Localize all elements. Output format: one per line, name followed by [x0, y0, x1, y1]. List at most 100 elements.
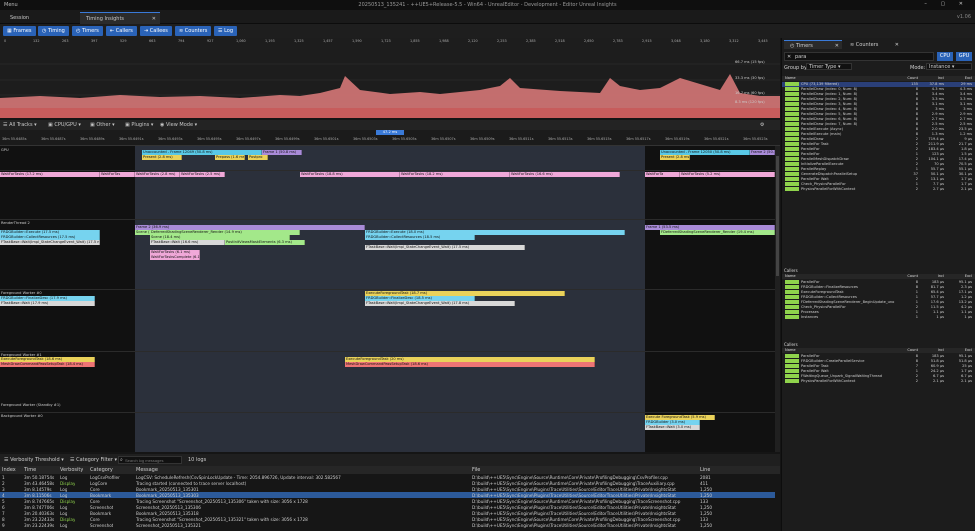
col-message[interactable]: Message: [136, 467, 158, 473]
timing-event[interactable]: FTaskBase::Wait (17.9 ms): [0, 301, 95, 306]
timeline-scrollbar[interactable]: [775, 146, 780, 452]
column-header[interactable]: Excl: [948, 274, 972, 279]
timing-event[interactable]: FTaskBase::Wait (3.0 ms): [645, 425, 700, 430]
log-button[interactable]: ☰ Log: [214, 26, 238, 36]
column-header[interactable]: Name: [785, 348, 895, 353]
column-header[interactable]: Count: [900, 348, 918, 353]
log-verbosity: Log: [60, 523, 68, 528]
tab-counters[interactable]: ≋ Counters ✕: [844, 40, 902, 49]
timer-search-input[interactable]: ✕ para: [784, 52, 934, 61]
column-header[interactable]: Incl: [922, 76, 944, 81]
timing-event[interactable]: Frame 1 (50.8 ms): [262, 150, 302, 155]
time-ruler[interactable]: 36m 55.6485s 36m 55.6487s 36m 55.6489s 36m …: [0, 130, 780, 146]
timing-event[interactable]: WaitForTasks (18.8 ms): [300, 172, 400, 177]
timing-event[interactable]: MeshDrawCommandPassSetupTask (18.4 ms): [0, 362, 95, 367]
close-icon[interactable]: ✕: [152, 16, 156, 22]
track-label[interactable]: Background Worker #0: [1, 414, 43, 418]
timing-event[interactable]: Present (2.8 ms): [142, 155, 182, 160]
col-index[interactable]: Index: [2, 467, 16, 473]
other-menu[interactable]: ▣ Other ▾: [90, 122, 115, 128]
track-label[interactable]: Foreground Worker (Standby #1): [1, 403, 61, 407]
timing-event[interactable]: FRDGBuilder::CollectResources (18.5 ms): [365, 235, 475, 240]
timing-event[interactable]: WaitForTasks (17.2 ms): [0, 172, 100, 177]
column-header[interactable]: Incl: [922, 348, 944, 353]
timer-icon: [785, 354, 799, 358]
title-bar: Menu 20250513_135241 - ++UE5+Release-5.5…: [0, 0, 975, 10]
timing-event[interactable]: WaitForTasks (2.8 ms): [135, 172, 180, 177]
frame-tick-label: 2,518: [555, 39, 565, 43]
window-controls[interactable]: – ▢ ✕: [924, 1, 969, 7]
timing-event[interactable]: Prepass (1.6 ms): [215, 155, 245, 160]
column-header[interactable]: Excl: [948, 348, 972, 353]
all-tracks-menu[interactable]: ☰ All Tracks ▾: [3, 122, 37, 128]
column-header[interactable]: Name: [785, 274, 895, 279]
col-verbosity[interactable]: Verbosity: [60, 467, 83, 473]
cpu-toggle[interactable]: CPU: [937, 52, 953, 61]
close-icon[interactable]: ✕: [895, 42, 899, 48]
gpu-toggle[interactable]: GPU: [956, 52, 972, 61]
column-header[interactable]: Incl: [922, 274, 944, 279]
timing-event[interactable]: FTaskBase::Wait(Impl_StateChangeEvent_Wa…: [0, 240, 100, 245]
callees-button[interactable]: ⇥ Callees: [140, 26, 172, 36]
plugins-menu[interactable]: ▣ Plugins ▾: [125, 122, 153, 128]
timing-event[interactable]: WaitForTas: [100, 172, 135, 177]
timer-row[interactable]: PhysicsParallelForWithContext 2 2.7 μs 2.1 …: [782, 187, 975, 192]
cpu-gpu-menu[interactable]: ▣ CPU/GPU ▾: [48, 122, 81, 128]
log-search-input[interactable]: [118, 456, 182, 464]
close-icon[interactable]: ✕: [835, 43, 839, 49]
col-file[interactable]: File: [472, 467, 480, 473]
timing-event[interactable]: WaitForTasksComplete (6.1 ms): [150, 255, 200, 260]
clear-icon[interactable]: ✕: [787, 54, 791, 60]
col-line[interactable]: Line: [700, 467, 710, 473]
tab-session[interactable]: Session: [4, 12, 74, 24]
timing-event[interactable]: WaitForTasks (16.6 ms): [510, 172, 620, 177]
timer-icon: [785, 137, 799, 141]
timers-button[interactable]: ◴ Timers: [72, 26, 103, 36]
column-header[interactable]: Excl: [948, 76, 972, 81]
verbosity-filter[interactable]: ☰ Verbosity Threshold ▾: [4, 457, 64, 463]
timer-icon: [785, 127, 799, 131]
timing-event[interactable]: MeshDrawCommandPassSetupTask (18.6 ms): [345, 362, 595, 367]
timeline-view[interactable]: GPUGameThreadRenderThread 2Foreground Wo…: [0, 146, 775, 452]
timing-event[interactable]: FDeferredShadingSceneRenderer_Render (19…: [660, 230, 775, 235]
timing-event[interactable]: WaitForTasks (2.5 ms): [180, 172, 225, 177]
tab-timing-insights[interactable]: Timing Insights ✕: [80, 12, 160, 24]
track-label[interactable]: RenderThread 2: [1, 221, 30, 225]
frames-overview[interactable]: 0 132 263 397 529 663 794 927 1,060 1,193 1,325 1,4…: [0, 38, 780, 118]
timing-event[interactable]: FTaskBase::Wait(Impl_StateChangeEvent_Wa…: [365, 245, 525, 250]
timing-event[interactable]: FTaskBase::Wait (16.6 ms): [150, 240, 225, 245]
log-row[interactable]: 9 3m 23.22439s Log Screenshot Screenshot_202…: [0, 522, 775, 528]
callers-button[interactable]: ⇤ Callers: [106, 26, 137, 36]
col-time[interactable]: Time: [24, 467, 36, 473]
timing-event[interactable]: Frame 2 (50.8 ms): [750, 150, 775, 155]
frame-tick-label: 2,915: [642, 39, 652, 43]
frame-tick-label: 1,723: [381, 39, 391, 43]
view-mode-menu[interactable]: ◉ View Mode ▾: [160, 122, 197, 128]
timer-row[interactable]: Instances 1 1 μs 1 μs: [782, 315, 975, 320]
group-by-select[interactable]: Timer Type ▾: [806, 63, 852, 70]
timing-event[interactable]: Present (2.8 ms): [660, 155, 690, 160]
counters-button[interactable]: ≋ Counters: [175, 26, 212, 36]
column-header[interactable]: Count: [900, 76, 918, 81]
track-label[interactable]: GPU: [1, 148, 9, 152]
timing-event[interactable]: PostInitViewsMaskElements (6.3 ms): [225, 240, 305, 245]
timer-label: Processes: [801, 310, 819, 314]
timing-event[interactable]: FTaskBase::Wait(Impl_StateChangeEvent_Wa…: [365, 301, 515, 306]
settings-icon[interactable]: ⚙: [760, 122, 764, 128]
timing-button[interactable]: ◷ Timing: [38, 26, 69, 36]
timing-event[interactable]: WaitForTasks (5.2 ms): [680, 172, 775, 177]
timer-row[interactable]: PhysicsParallelForWithContext 2 2.1 μs 2.1 …: [782, 379, 975, 384]
timing-event[interactable]: Postpro: [248, 155, 268, 160]
column-header[interactable]: Count: [900, 274, 918, 279]
mode-select[interactable]: Instance ▾: [926, 63, 972, 70]
track-label[interactable]: Foreground Worker #0: [1, 291, 42, 295]
timing-event[interactable]: WaitForTasks (18.2 ms): [400, 172, 510, 177]
frames-button[interactable]: ▦ Frames: [3, 26, 36, 36]
col-category[interactable]: Category: [90, 467, 113, 473]
timing-event[interactable]: WaitForTa: [645, 172, 680, 177]
log-list[interactable]: 1 3m 50.18754s Log LogCsvProfiler LogCSV: Sc…: [0, 474, 780, 531]
category-filter[interactable]: ☰ Category Filter ▾: [70, 457, 117, 463]
scrollbar-thumb[interactable]: [776, 156, 779, 276]
column-header[interactable]: Name: [785, 76, 895, 81]
tab-timers[interactable]: ◴ Timers ✕: [784, 40, 842, 49]
